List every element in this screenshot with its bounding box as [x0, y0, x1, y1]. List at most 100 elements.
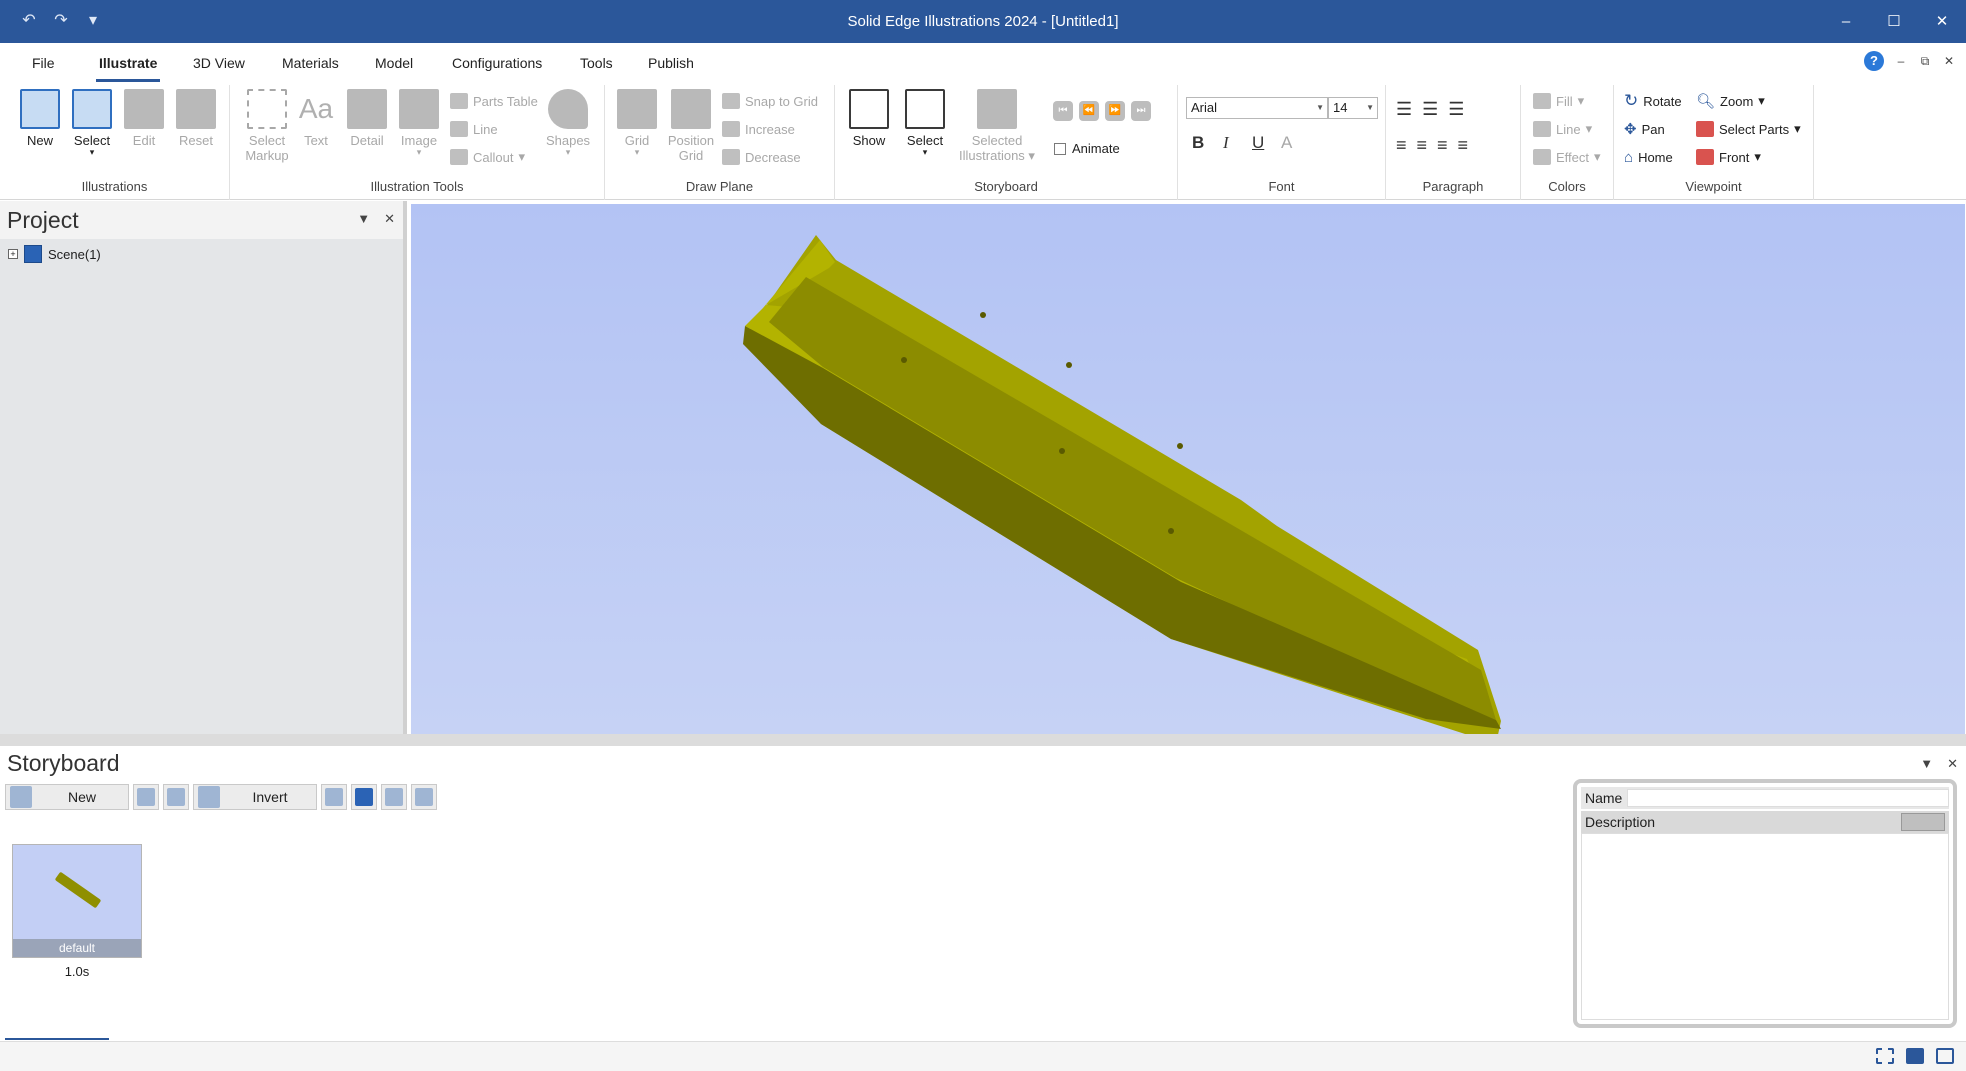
chevron-down-icon: ▾ [89, 147, 95, 157]
select-illustration-button[interactable]: Select ▾ [66, 89, 118, 157]
front-view-button[interactable]: Front ▾ [1696, 147, 1761, 167]
panel-menu-icon[interactable]: ▼ [1920, 756, 1933, 772]
zoom-button[interactable]: 🔍︎ Zoom ▾ [1696, 91, 1765, 111]
maximize-button[interactable]: ☐ [1870, 0, 1918, 43]
effect-button[interactable]: Effect ▾ [1533, 147, 1601, 167]
justify-icon[interactable]: ≡ [1458, 135, 1469, 156]
view-medium-button[interactable] [351, 784, 377, 810]
new-illustration-button[interactable]: New [14, 89, 66, 148]
panel-menu-icon[interactable]: ▼ [357, 211, 370, 227]
reset-icon [176, 89, 216, 129]
selected-illustrations-button[interactable]: Selected Illustrations ▾ [955, 89, 1039, 164]
doc-close-button[interactable]: ✕ [1942, 54, 1956, 68]
callout-button[interactable]: Callout ▾ [450, 147, 525, 167]
snap-to-grid-button[interactable]: Snap to Grid [722, 91, 818, 111]
edit-button[interactable]: Edit [118, 89, 170, 148]
fill-button[interactable]: Fill ▾ [1533, 91, 1584, 111]
shapes-button[interactable]: Shapes ▾ [542, 89, 594, 157]
storyboard-invert-button[interactable]: Invert [193, 784, 317, 810]
tab-publish[interactable]: Publish [648, 55, 694, 71]
decrease-button[interactable]: Decrease [722, 147, 801, 167]
description-edit-button[interactable] [1901, 813, 1945, 831]
reset-label: Reset [179, 133, 213, 148]
step-back-icon[interactable]: ⏪ [1079, 101, 1099, 121]
line-color-icon [1533, 121, 1551, 137]
storyboard-select-button[interactable]: Select ▾ [899, 89, 951, 157]
font-size-select[interactable]: 14 ▼ [1328, 97, 1378, 119]
tree-item-scene[interactable]: + Scene(1) [0, 239, 403, 263]
show-storyboard-button[interactable]: Show [843, 89, 895, 148]
description-field[interactable] [1581, 833, 1949, 1020]
select-markup-button[interactable]: Select Markup [236, 89, 298, 163]
view-large-button[interactable] [381, 784, 407, 810]
select-parts-button[interactable]: Select Parts ▾ [1696, 119, 1801, 139]
animate-checkbox[interactable]: Animate [1054, 141, 1120, 156]
storyboard-edit-button[interactable] [411, 784, 437, 810]
align-right-icon[interactable]: ≡ [1437, 135, 1448, 156]
line-tool-button[interactable]: Line [450, 119, 498, 139]
parts-table-button[interactable]: Parts Table [450, 91, 538, 111]
storyboard-new-button[interactable]: New [5, 784, 129, 810]
doc-restore-button[interactable]: ⧉ [1918, 54, 1932, 69]
image-button[interactable]: Image ▾ [393, 89, 445, 157]
storyboard-copy-button[interactable] [133, 784, 159, 810]
pan-button[interactable]: ✥ Pan [1624, 119, 1665, 139]
detail-button[interactable]: Detail [341, 89, 393, 148]
increase-button[interactable]: Increase [722, 119, 795, 139]
home-button[interactable]: ⌂ Home [1624, 147, 1673, 167]
storyboard-panel-controls: ▼ ✕ [1920, 756, 1958, 772]
tab-materials[interactable]: Materials [282, 55, 339, 71]
doc-minimize-button[interactable]: – [1894, 54, 1908, 68]
rotate-button[interactable]: ↻ Rotate [1624, 91, 1682, 111]
window-view-icon[interactable] [1936, 1048, 1954, 1064]
expand-icon[interactable]: + [8, 249, 18, 259]
storyboard-thumbnail[interactable]: default [12, 844, 142, 958]
playback-controls: ⏮ ⏪ ⏩ ⏭ [1053, 101, 1151, 121]
3d-model-view[interactable] [411, 204, 1965, 734]
tab-model[interactable]: Model [375, 55, 413, 71]
tab-3d-view[interactable]: 3D View [193, 55, 245, 71]
bullet-list-icon[interactable]: ☰ [1396, 99, 1412, 120]
go-to-start-icon[interactable]: ⏮ [1053, 101, 1073, 121]
tab-configurations[interactable]: Configurations [452, 55, 542, 71]
panel-close-icon[interactable]: ✕ [384, 211, 395, 227]
text-label: Text [304, 133, 328, 148]
panel-close-icon[interactable]: ✕ [1947, 756, 1958, 772]
view-small-button[interactable] [321, 784, 347, 810]
single-view-icon[interactable] [1906, 1048, 1924, 1064]
storyboard-new-label: New [67, 789, 96, 805]
font-color-button[interactable]: A [1281, 133, 1292, 153]
reset-button[interactable]: Reset [170, 89, 222, 148]
underline-button[interactable]: U [1252, 133, 1264, 153]
front-view-label: Front [1719, 149, 1750, 165]
align-center-icon[interactable]: ≡ [1417, 135, 1428, 156]
close-button[interactable]: ✕ [1918, 0, 1966, 43]
font-family-value: Arial [1191, 100, 1218, 115]
position-grid-button[interactable]: Position Grid [665, 89, 717, 163]
storyboard-delete-button[interactable] [163, 784, 189, 810]
fit-view-icon[interactable] [1876, 1048, 1894, 1064]
text-button[interactable]: Aa Text [290, 89, 342, 148]
grid-button[interactable]: Grid ▾ [611, 89, 663, 157]
3d-viewport[interactable] [411, 204, 1965, 734]
increase-indent-icon[interactable]: ☰ [1448, 99, 1464, 120]
image-label: Image [400, 133, 438, 148]
tab-illustrate[interactable]: Illustrate [95, 55, 161, 82]
decrease-indent-icon[interactable]: ☰ [1422, 99, 1438, 120]
name-field[interactable] [1627, 789, 1949, 807]
minimize-button[interactable]: – [1822, 0, 1870, 43]
help-icon[interactable]: ? [1864, 51, 1884, 71]
bold-button[interactable]: B [1192, 133, 1204, 153]
align-left-icon[interactable]: ≡ [1396, 135, 1407, 156]
step-forward-icon[interactable]: ⏩ [1105, 101, 1125, 121]
scene-icon [24, 245, 42, 263]
line-color-button[interactable]: Line ▾ [1533, 119, 1592, 139]
font-family-select[interactable]: Arial ▼ [1186, 97, 1328, 119]
animate-checkbox-box[interactable] [1054, 142, 1066, 155]
italic-button[interactable]: I [1223, 133, 1229, 153]
title-bar: ↶ ↷ ▾ Solid Edge Illustrations 2024 - [U… [0, 0, 1966, 43]
go-to-end-icon[interactable]: ⏭ [1131, 101, 1151, 121]
tab-file[interactable]: File [32, 55, 55, 71]
panel-splitter[interactable] [0, 734, 1966, 746]
tab-tools[interactable]: Tools [580, 55, 613, 71]
